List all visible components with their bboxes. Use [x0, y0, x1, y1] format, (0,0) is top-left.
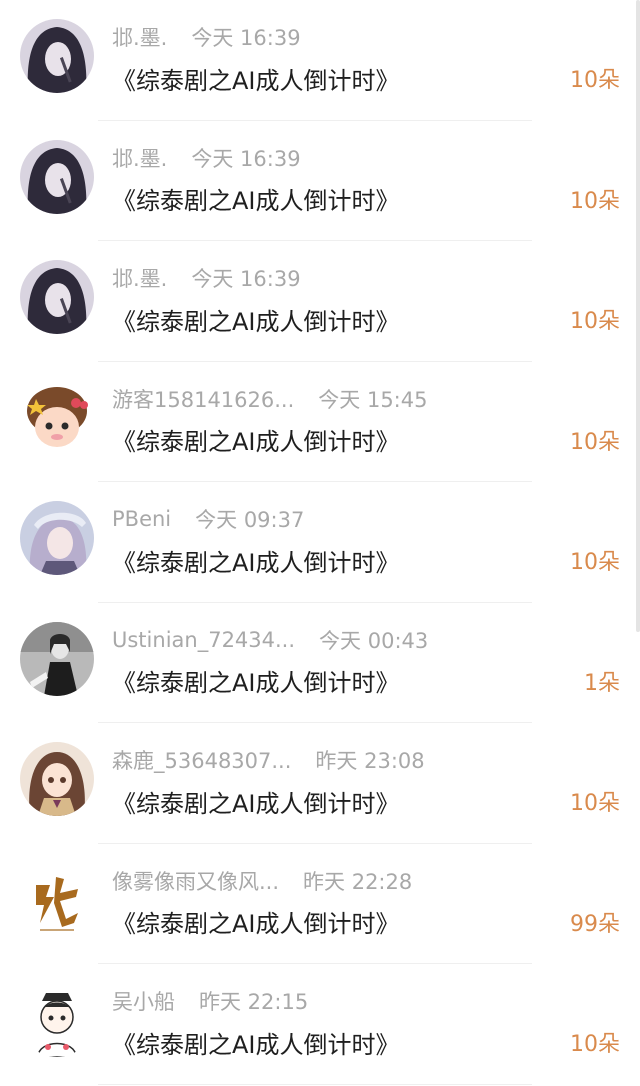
list-item[interactable]: 邶.墨. 今天 16:39 《综泰剧之AI成人倒计时》 10朵	[0, 0, 640, 121]
user-name[interactable]: 邶.墨.	[112, 263, 167, 293]
gift-count: 10朵	[570, 429, 620, 455]
record-time: 今天 15:45	[318, 387, 428, 412]
avatar[interactable]	[20, 139, 94, 214]
list-item[interactable]: 吴小船 昨天 22:15 《综泰剧之AI成人倒计时》 10朵	[0, 964, 640, 1085]
book-title[interactable]: 《综泰剧之AI成人倒计时》	[112, 61, 400, 95]
dark-hair-girl-avatar-icon	[20, 139, 94, 214]
dark-hair-girl-avatar-icon	[20, 19, 94, 93]
record-meta: 邶.墨. 今天 16:39	[112, 263, 301, 293]
chibi-boy-avatar-icon	[20, 983, 94, 1057]
user-name[interactable]: PBeni	[112, 507, 171, 531]
book-title[interactable]: 《综泰剧之AI成人倒计时》	[112, 784, 400, 818]
record-time: 今天 16:39	[191, 26, 301, 50]
record-meta: 森鹿_53648307... 昨天 23:08	[112, 745, 425, 775]
cartoon-girl-avatar-icon	[20, 380, 94, 455]
avatar[interactable]	[20, 501, 94, 575]
list-item[interactable]: 游客158141626... 今天 15:45 《综泰剧之AI成人倒计时》 10…	[0, 362, 640, 482]
record-meta: PBeni 今天 09:37	[112, 504, 304, 534]
avatar[interactable]	[20, 260, 94, 334]
anime-girl-cap-avatar-icon	[20, 501, 94, 575]
avatar[interactable]	[20, 862, 94, 937]
record-time: 昨天 23:08	[315, 749, 425, 773]
record-time: 昨天 22:15	[199, 990, 309, 1014]
avatar[interactable]	[20, 742, 94, 816]
avatar[interactable]	[20, 380, 94, 455]
user-name[interactable]: 邶.墨.	[112, 22, 167, 52]
list-item[interactable]: 邶.墨. 今天 16:39 《综泰剧之AI成人倒计时》 10朵	[0, 241, 640, 362]
gift-count: 99朵	[570, 911, 620, 937]
anime-schoolgirl-avatar-icon	[20, 742, 94, 816]
record-meta: Ustinian_72434... 今天 00:43	[112, 625, 428, 655]
book-title[interactable]: 《综泰剧之AI成人倒计时》	[112, 423, 400, 457]
gift-count: 10朵	[570, 550, 620, 575]
gift-count: 10朵	[570, 1032, 620, 1057]
scrollbar[interactable]	[636, 0, 640, 632]
user-name[interactable]: 吴小船	[112, 986, 175, 1016]
gift-count: 10朵	[570, 309, 620, 334]
book-title[interactable]: 《综泰剧之AI成人倒计时》	[112, 1025, 400, 1059]
book-title[interactable]: 《综泰剧之AI成人倒计时》	[112, 905, 400, 939]
record-meta: 像雾像雨又像风... 昨天 22:28	[112, 866, 412, 896]
record-meta: 游客158141626... 今天 15:45	[112, 384, 427, 414]
calligraphy-logo-avatar-icon	[20, 862, 94, 937]
avatar[interactable]	[20, 19, 94, 93]
dark-hair-girl-avatar-icon	[20, 260, 94, 334]
gift-count: 10朵	[570, 68, 620, 93]
record-meta: 邶.墨. 今天 16:39	[112, 22, 301, 52]
list-item[interactable]: 森鹿_53648307... 昨天 23:08 《综泰剧之AI成人倒计时》 10…	[0, 723, 640, 844]
book-title[interactable]: 《综泰剧之AI成人倒计时》	[112, 543, 400, 577]
list-item[interactable]: 像雾像雨又像风... 昨天 22:28 《综泰剧之AI成人倒计时》 99朵	[0, 844, 640, 964]
record-time: 今天 00:43	[319, 628, 429, 653]
divider	[98, 1083, 532, 1085]
grayscale-photo-avatar-icon	[20, 621, 94, 696]
gift-count: 10朵	[570, 791, 620, 816]
user-name[interactable]: Ustinian_72434...	[112, 628, 295, 652]
user-name[interactable]: 邶.墨.	[112, 143, 167, 173]
gift-count: 10朵	[570, 188, 620, 214]
record-time: 今天 16:39	[191, 267, 301, 291]
record-time: 昨天 22:28	[303, 869, 413, 894]
book-title[interactable]: 《综泰剧之AI成人倒计时》	[112, 182, 400, 216]
user-name[interactable]: 游客158141626...	[112, 384, 294, 414]
book-title[interactable]: 《综泰剧之AI成人倒计时》	[112, 664, 400, 698]
gift-count: 1朵	[584, 670, 620, 696]
record-time: 今天 09:37	[195, 508, 305, 532]
record-meta: 吴小船 昨天 22:15	[112, 986, 308, 1016]
book-title[interactable]: 《综泰剧之AI成人倒计时》	[112, 302, 400, 336]
list-item[interactable]: Ustinian_72434... 今天 00:43 《综泰剧之AI成人倒计时》…	[0, 603, 640, 723]
list-item[interactable]: PBeni 今天 09:37 《综泰剧之AI成人倒计时》 10朵	[0, 482, 640, 603]
record-time: 今天 16:39	[191, 146, 301, 171]
user-name[interactable]: 森鹿_53648307...	[112, 745, 291, 775]
avatar[interactable]	[20, 621, 94, 696]
list-item[interactable]: 邶.墨. 今天 16:39 《综泰剧之AI成人倒计时》 10朵	[0, 121, 640, 241]
user-name[interactable]: 像雾像雨又像风...	[112, 866, 279, 896]
avatar[interactable]	[20, 983, 94, 1057]
record-meta: 邶.墨. 今天 16:39	[112, 143, 301, 173]
gift-record-list: 邶.墨. 今天 16:39 《综泰剧之AI成人倒计时》 10朵 邶.墨. 今天 …	[0, 0, 640, 1085]
